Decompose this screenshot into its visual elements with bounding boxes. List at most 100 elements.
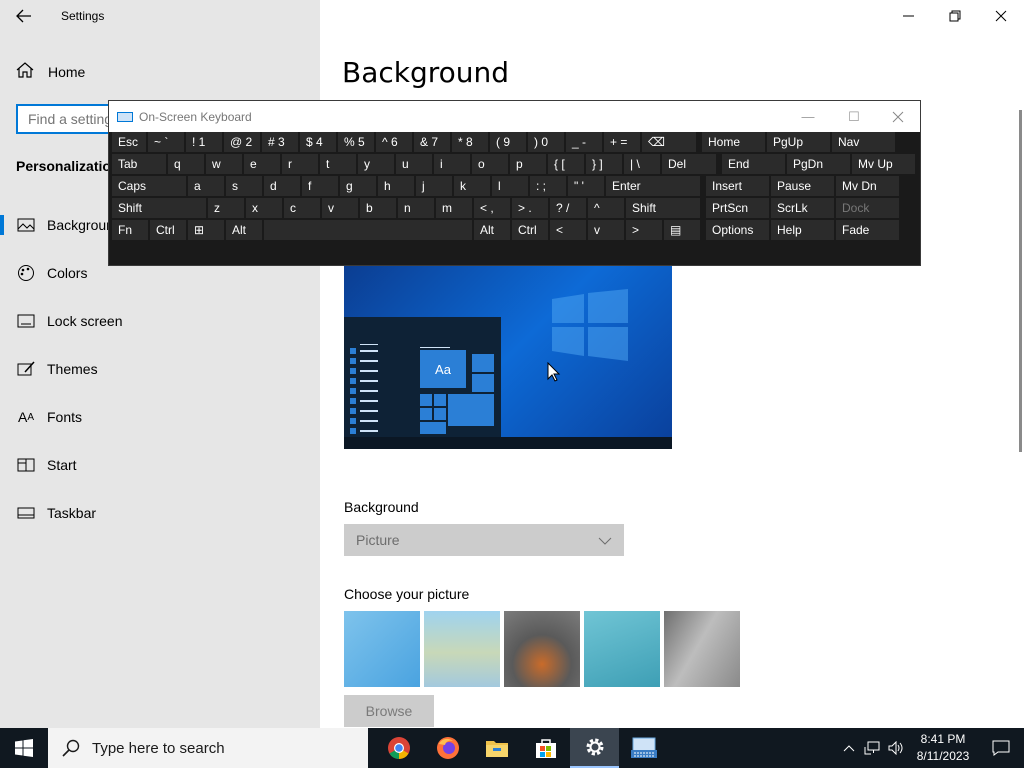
taskbar-search-box[interactable]: Type here to search bbox=[48, 728, 368, 768]
osk-key[interactable]: v bbox=[322, 198, 358, 218]
osk-key[interactable]: } ] bbox=[586, 154, 622, 174]
osk-key[interactable]: { [ bbox=[548, 154, 584, 174]
file-explorer-icon[interactable] bbox=[472, 728, 521, 768]
osk-key[interactable]: d bbox=[264, 176, 300, 196]
osk-key[interactable]: ) 0 bbox=[528, 132, 564, 152]
osk-key[interactable]: Mv Up bbox=[852, 154, 915, 174]
osk-key[interactable]: z bbox=[208, 198, 244, 218]
osk-key[interactable]: t bbox=[320, 154, 356, 174]
osk-key[interactable]: r bbox=[282, 154, 318, 174]
osk-key[interactable]: @ 2 bbox=[224, 132, 260, 152]
osk-key[interactable]: Tab bbox=[112, 154, 166, 174]
osk-key[interactable]: ( 9 bbox=[490, 132, 526, 152]
picture-thumbnail[interactable] bbox=[664, 611, 740, 687]
osk-key[interactable]: e bbox=[244, 154, 280, 174]
notifications-icon[interactable] bbox=[978, 740, 1024, 756]
osk-key[interactable]: PgUp bbox=[767, 132, 830, 152]
osk-maximize-button[interactable]: ☐ bbox=[831, 101, 877, 132]
clock[interactable]: 8:41 PM 8/11/2023 bbox=[908, 731, 978, 765]
osk-key[interactable]: Enter bbox=[606, 176, 700, 196]
osk-key[interactable]: m bbox=[436, 198, 472, 218]
osk-key[interactable]: < , bbox=[474, 198, 510, 218]
osk-key[interactable]: Home bbox=[702, 132, 765, 152]
osk-key[interactable]: x bbox=[246, 198, 282, 218]
picture-thumbnail[interactable] bbox=[504, 611, 580, 687]
osk-key[interactable]: $ 4 bbox=[300, 132, 336, 152]
osk-key[interactable]: ! 1 bbox=[186, 132, 222, 152]
osk-key[interactable]: ScrLk bbox=[771, 198, 834, 218]
osk-key[interactable]: Help bbox=[771, 220, 834, 240]
background-type-dropdown[interactable]: Picture bbox=[344, 524, 624, 556]
nav-item-fonts[interactable]: AA Fonts bbox=[0, 400, 320, 434]
osk-key[interactable]: ~ ` bbox=[148, 132, 184, 152]
osk-key[interactable]: g bbox=[340, 176, 376, 196]
osk-key[interactable]: Ctrl bbox=[512, 220, 548, 240]
osk-key[interactable]: q bbox=[168, 154, 204, 174]
start-button[interactable] bbox=[0, 728, 48, 768]
nav-item-lock-screen[interactable]: Lock screen bbox=[0, 304, 320, 338]
osk-key[interactable]: c bbox=[284, 198, 320, 218]
osk-key[interactable]: u bbox=[396, 154, 432, 174]
osk-key[interactable]: Dock bbox=[836, 198, 899, 218]
osk-key[interactable]: l bbox=[492, 176, 528, 196]
chevron-up-icon[interactable] bbox=[838, 744, 860, 752]
osk-key[interactable]: | \ bbox=[624, 154, 660, 174]
osk-key[interactable]: Esc bbox=[112, 132, 146, 152]
osk-key[interactable]: v bbox=[588, 220, 624, 240]
close-button[interactable] bbox=[978, 0, 1024, 32]
osk-key[interactable]: ^ 6 bbox=[376, 132, 412, 152]
osk-key[interactable]: < bbox=[550, 220, 586, 240]
osk-key[interactable]: _ - bbox=[566, 132, 602, 152]
osk-key[interactable]: Caps bbox=[112, 176, 186, 196]
osk-key[interactable]: ⌫ bbox=[642, 132, 696, 152]
osk-key[interactable]: & 7 bbox=[414, 132, 450, 152]
osk-key[interactable]: ⊞ bbox=[188, 220, 224, 240]
store-icon[interactable] bbox=[521, 728, 570, 768]
osk-key[interactable]: y bbox=[358, 154, 394, 174]
osk-key[interactable]: ^ bbox=[588, 198, 624, 218]
osk-key[interactable]: w bbox=[206, 154, 242, 174]
osk-key[interactable]: Fade bbox=[836, 220, 899, 240]
osk-key[interactable]: s bbox=[226, 176, 262, 196]
osk-key[interactable]: j bbox=[416, 176, 452, 196]
osk-key[interactable]: Options bbox=[706, 220, 769, 240]
osk-key[interactable]: > bbox=[626, 220, 662, 240]
osk-key[interactable]: # 3 bbox=[262, 132, 298, 152]
osk-minimize-button[interactable]: — bbox=[785, 101, 831, 132]
osk-key[interactable]: Mv Dn bbox=[836, 176, 899, 196]
nav-item-taskbar[interactable]: Taskbar bbox=[0, 496, 320, 530]
osk-key[interactable]: PgDn bbox=[787, 154, 850, 174]
osk-titlebar[interactable]: On-Screen Keyboard — ☐ bbox=[109, 101, 920, 132]
back-arrow-icon[interactable] bbox=[12, 5, 36, 27]
osk-key[interactable]: PrtScn bbox=[706, 198, 769, 218]
osk-key[interactable]: Alt bbox=[226, 220, 262, 240]
osk-key[interactable]: + = bbox=[604, 132, 640, 152]
picture-thumbnail[interactable] bbox=[584, 611, 660, 687]
osk-key[interactable] bbox=[264, 220, 472, 240]
osk-key[interactable]: Pause bbox=[771, 176, 834, 196]
osk-key[interactable]: Shift bbox=[626, 198, 700, 218]
osk-key[interactable]: ? / bbox=[550, 198, 586, 218]
restore-button[interactable] bbox=[932, 0, 978, 32]
nav-home[interactable]: Home bbox=[16, 62, 85, 81]
osk-key[interactable]: Alt bbox=[474, 220, 510, 240]
osk-key[interactable]: Ctrl bbox=[150, 220, 186, 240]
nav-item-start[interactable]: Start bbox=[0, 448, 320, 482]
settings-icon[interactable] bbox=[570, 728, 619, 768]
osk-key[interactable]: " ' bbox=[568, 176, 604, 196]
osk-key[interactable]: ▤ bbox=[664, 220, 700, 240]
osk-key[interactable]: a bbox=[188, 176, 224, 196]
osk-key[interactable]: i bbox=[434, 154, 470, 174]
osk-key[interactable]: b bbox=[360, 198, 396, 218]
osk-key[interactable]: Nav bbox=[832, 132, 895, 152]
osk-key[interactable]: h bbox=[378, 176, 414, 196]
browse-button[interactable]: Browse bbox=[344, 695, 434, 727]
osk-key[interactable]: Shift bbox=[112, 198, 206, 218]
osk-key[interactable]: Fn bbox=[112, 220, 148, 240]
osk-key[interactable]: Del bbox=[662, 154, 716, 174]
osk-key[interactable]: n bbox=[398, 198, 434, 218]
network-icon[interactable] bbox=[860, 741, 884, 755]
osk-key[interactable]: k bbox=[454, 176, 490, 196]
osk-key[interactable]: > . bbox=[512, 198, 548, 218]
nav-item-themes[interactable]: Themes bbox=[0, 352, 320, 386]
